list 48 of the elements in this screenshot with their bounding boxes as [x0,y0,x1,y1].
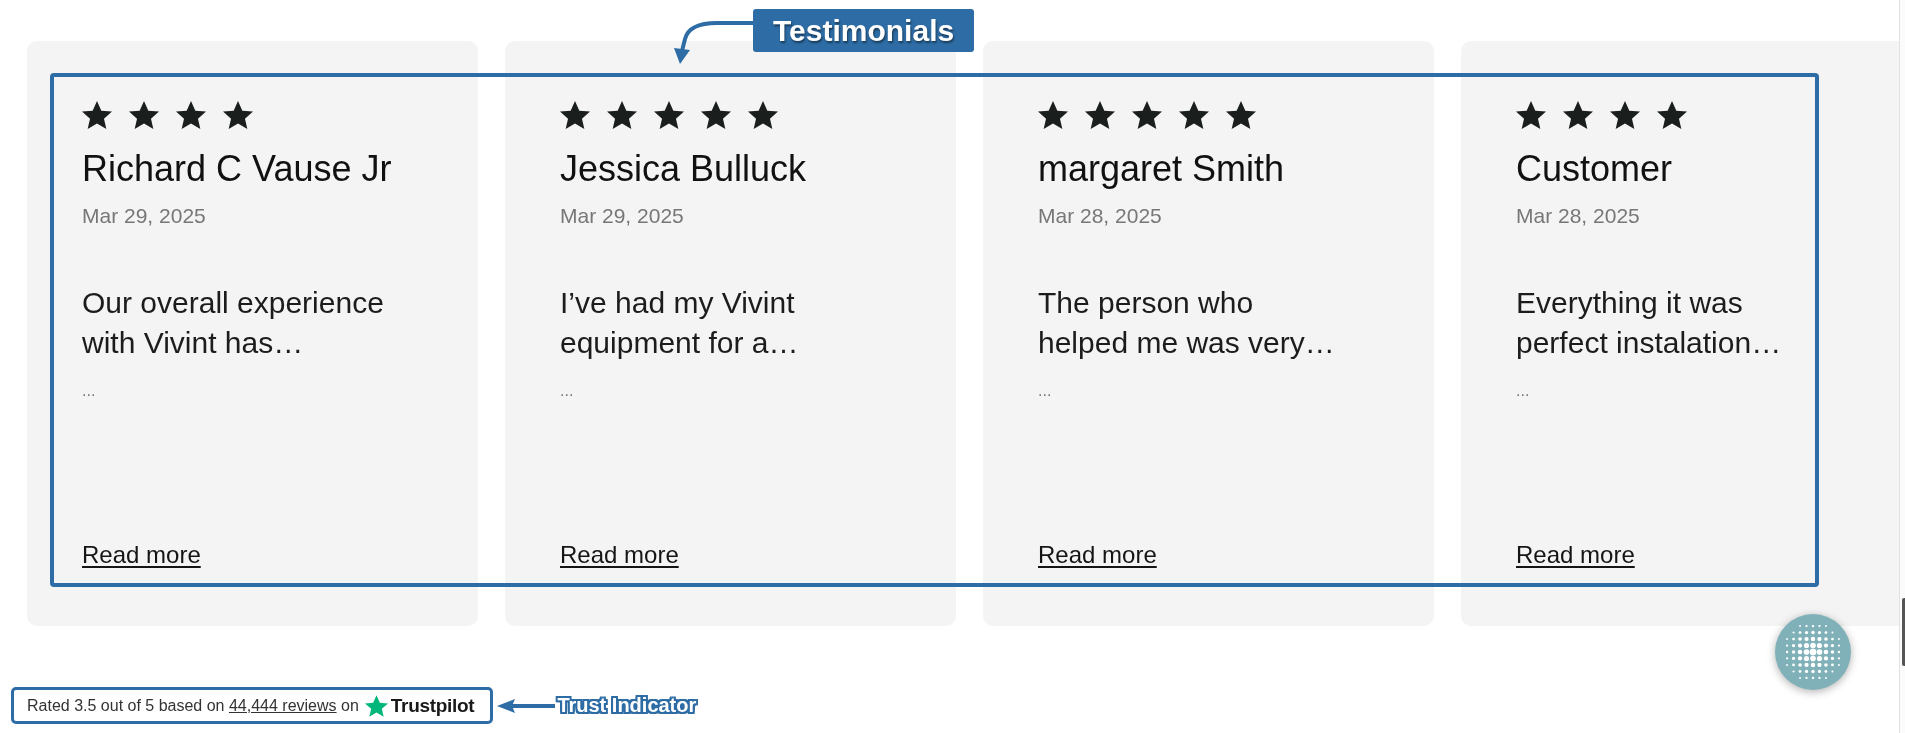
reviewer-name: Customer [1516,147,1673,191]
star-icon [701,100,731,130]
star-icon [1132,100,1162,130]
review-excerpt: Everything it was perfect instalation… [1516,285,1783,361]
dot-sphere-icon [1786,625,1840,679]
star-icon [1563,100,1593,130]
star-icon [176,100,206,130]
star-icon [560,100,590,130]
review-excerpt: Our overall experience with Vivint has… [82,285,385,361]
star-icon [654,100,684,130]
reviewer-name: margaret Smith [1038,147,1285,191]
star-icon [1038,100,1068,130]
chat-button[interactable] [1775,614,1851,690]
star-icon [223,100,253,130]
rating-text: Rated 3.5 out of 5 based on 44,444 reviews on [27,696,359,715]
star-icon [748,100,778,130]
star-icon [82,100,112,130]
review-date: Mar 28, 2025 [1516,203,1640,229]
star-icon [1610,100,1640,130]
reviewer-name: Richard C Vause Jr [82,147,392,191]
review-date: Mar 28, 2025 [1038,203,1162,229]
star-icon [1179,100,1209,130]
star-icon [364,694,388,717]
annotation-arrow [497,697,556,714]
star-icon [1657,100,1687,130]
brand-name: Trustpilot [390,694,475,717]
truncation-ellipsis: ... [1516,381,1530,401]
read-more-link[interactable]: Read more [82,540,201,570]
reviews-link[interactable]: 44,444 reviews [228,696,337,714]
review-date: Mar 29, 2025 [560,203,684,229]
truncation-ellipsis: ... [560,381,574,401]
star-icon [129,100,159,130]
truncation-ellipsis: ... [82,381,96,401]
star-icon [1516,100,1546,130]
scrollbar-thumb[interactable] [1902,598,1905,666]
read-more-link[interactable]: Read more [560,540,679,570]
review-date: Mar 29, 2025 [82,203,206,229]
read-more-link[interactable]: Read more [1516,540,1635,570]
annotation-label: Trust Indicator [557,694,697,717]
star-icon [607,100,637,130]
truncation-ellipsis: ... [1038,381,1052,401]
star-icon [1085,100,1115,130]
star-icon [1226,100,1256,130]
read-more-link[interactable]: Read more [1038,540,1157,570]
review-excerpt: The person who helped me was very… [1038,285,1336,361]
annotation-label: Testimonials [753,9,975,52]
review-excerpt: I’ve had my Vivint equipment for a… [560,285,800,361]
reviewer-name: Jessica Bulluck [560,147,807,191]
